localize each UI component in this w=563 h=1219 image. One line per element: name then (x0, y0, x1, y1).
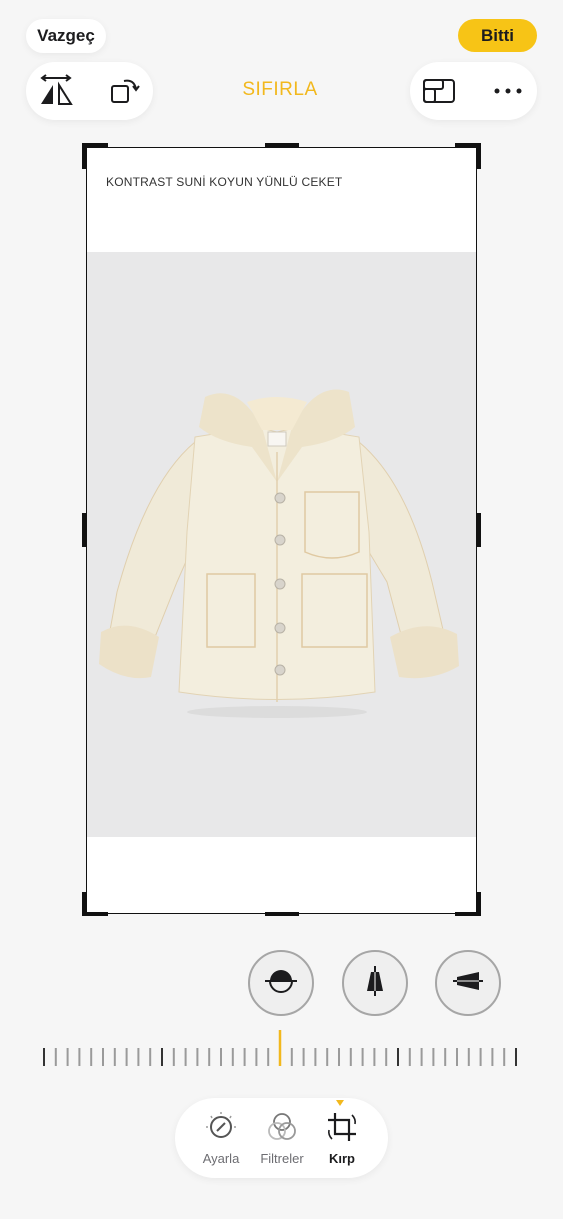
aspect-ratio-icon[interactable] (421, 73, 457, 109)
product-title: KONTRAST SUNİ KOYUN YÜNLÜ CEKET (106, 175, 343, 189)
straighten-button[interactable] (248, 950, 314, 1016)
tab-crop-label: Kırp (329, 1151, 355, 1166)
jacket-image (99, 389, 459, 718)
crop-rotate-icon (325, 1113, 359, 1148)
tab-adjust-label: Ayarla (202, 1151, 240, 1166)
product-photo (87, 252, 476, 837)
tab-filters-label: Filtreler (260, 1151, 304, 1166)
tab-crop[interactable]: Kırp (312, 1100, 372, 1166)
filters-icon (265, 1113, 299, 1148)
left-tools-group (26, 62, 153, 120)
straighten-icon (264, 964, 298, 1003)
right-tools-group (410, 62, 537, 120)
adjust-dial-icon (204, 1112, 238, 1148)
tab-adjust[interactable]: Ayarla (191, 1110, 251, 1166)
crop-frame[interactable]: KONTRAST SUNİ KOYUN YÜNLÜ CEKET (86, 147, 477, 914)
horizontal-perspective-icon (451, 964, 485, 1003)
more-icon[interactable] (490, 73, 526, 109)
horizontal-perspective-button[interactable] (435, 950, 501, 1016)
tab-filters[interactable]: Filtreler (252, 1110, 312, 1166)
edit-mode-tabbar: Ayarla Filtreler Kırp (175, 1098, 388, 1178)
cancel-button[interactable]: Vazgeç (26, 19, 106, 53)
rotate-icon[interactable] (106, 73, 142, 109)
active-tab-indicator (336, 1100, 344, 1106)
rotation-dial[interactable] (40, 1030, 523, 1066)
reset-button[interactable]: SIFIRLA (210, 79, 350, 101)
vertical-perspective-icon (358, 964, 392, 1003)
done-button[interactable]: Bitti (458, 19, 537, 52)
flip-horizontal-icon[interactable] (38, 73, 74, 109)
vertical-perspective-button[interactable] (342, 950, 408, 1016)
